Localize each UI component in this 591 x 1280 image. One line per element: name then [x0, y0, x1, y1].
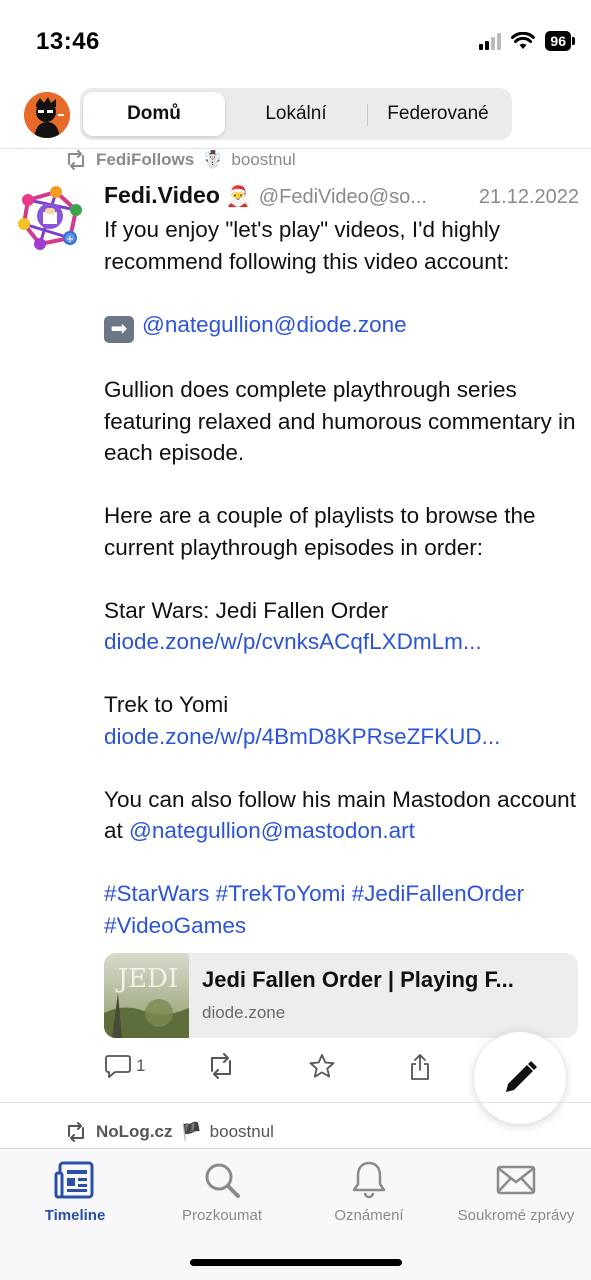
status-indicators: 96	[479, 31, 575, 51]
boost-label: boostnul	[209, 1122, 274, 1141]
reply-count: 1	[136, 1056, 146, 1075]
top-navigation: Domů Lokální Federované	[0, 84, 591, 146]
boost-indicator: FediFollows ☃️ boostnul	[64, 150, 296, 170]
tab-explore[interactable]: Prozkoumat	[147, 1159, 297, 1224]
tab-federated[interactable]: Federované	[367, 92, 509, 136]
post-content: If you enjoy "let's play" videos, I'd hi…	[104, 214, 579, 973]
tab-notifications[interactable]: Oznámení	[294, 1159, 444, 1224]
tab-label: Prozkoumat	[181, 1207, 263, 1224]
booster-emoji: ☃️	[202, 150, 224, 169]
playlist-title: Trek to Yomi	[104, 692, 229, 717]
reply-button[interactable]: 1	[104, 1053, 145, 1079]
status-time: 13:46	[36, 28, 100, 55]
post-divider	[0, 1102, 591, 1103]
search-icon	[205, 1163, 240, 1198]
reply-icon	[105, 1055, 131, 1078]
home-indicator	[190, 1259, 402, 1266]
boost-button[interactable]	[206, 1053, 236, 1079]
tab-timeline[interactable]: Timeline	[0, 1159, 150, 1224]
card-thumbnail: JEDI	[104, 953, 189, 1038]
share-button[interactable]	[408, 1053, 432, 1081]
timeline-icon	[54, 1161, 94, 1199]
playlist-link[interactable]: diode.zone/w/p/4BmD8KPRseZFKUD...	[104, 724, 500, 749]
hashtag-link[interactable]: #VideoGames	[104, 913, 246, 938]
svg-text:+: +	[66, 234, 74, 245]
link-preview-card[interactable]: JEDI Jedi Fallen Order | Playing F... di…	[104, 953, 578, 1038]
boost-icon	[211, 1053, 231, 1079]
status-bar: 13:46 96	[0, 0, 591, 84]
playlist-link[interactable]: diode.zone/w/p/cvnksACqfLXDmLm...	[104, 629, 482, 654]
header-divider	[0, 148, 591, 149]
hashtag-links[interactable]: #StarWars #TrekToYomi #JediFallenOrder	[104, 881, 524, 906]
cellular-signal-icon	[479, 32, 502, 50]
card-thumb-text: JEDI	[115, 964, 179, 994]
card-text: Jedi Fallen Order | Playing F... diode.z…	[189, 953, 576, 1038]
compose-button[interactable]	[474, 1032, 566, 1124]
post-paragraph: Here are a couple of playlists to browse…	[104, 503, 536, 560]
favourite-button[interactable]	[308, 1053, 336, 1079]
wifi-icon	[511, 32, 536, 49]
author-display-name[interactable]: Fedi.Video	[104, 182, 220, 209]
envelope-icon	[496, 1165, 536, 1195]
timeline-selector: Domů Lokální Federované	[80, 88, 512, 140]
tab-local[interactable]: Lokální	[225, 92, 367, 136]
mention-link[interactable]: @nategullion@mastodon.art	[129, 818, 415, 843]
tab-label: Timeline	[44, 1207, 106, 1224]
booster-emoji: 🏴	[180, 1122, 202, 1141]
playlist-title: Star Wars: Jedi Fallen Order	[104, 597, 389, 623]
post-author-avatar[interactable]: +	[16, 182, 86, 258]
boost-icon	[68, 1122, 84, 1142]
post-date: 21.12.2022	[478, 186, 579, 208]
boost-icon	[68, 150, 84, 170]
post-actions: 1	[104, 1053, 504, 1083]
name-emoji: 🎅	[225, 186, 251, 208]
tab-home[interactable]: Domů	[83, 92, 225, 136]
arrow-right-icon: ➡	[104, 315, 134, 343]
playlist-item: Star Wars: Jedi Fallen Order diode.zone/w…	[104, 595, 579, 658]
author-handle[interactable]: @FediVideo@so...	[259, 186, 471, 209]
hashtags: #StarWars #TrekToYomi #JediFallenOrder #V…	[104, 878, 579, 941]
booster-name[interactable]: FediFollows	[96, 150, 194, 170]
profile-avatar[interactable]	[24, 92, 70, 138]
boost-label: boostnul	[231, 150, 296, 169]
post-paragraph: You can also follow his main Mastodon ac…	[104, 784, 579, 847]
post-paragraph: Gullion does complete playthrough series…	[104, 377, 576, 465]
next-boost-indicator: NoLog.cz 🏴 boostnul	[64, 1122, 274, 1142]
playlist-item: Trek to Yomi diode.zone/w/p/4BmD8KPRseZFK…	[104, 689, 579, 752]
tab-messages[interactable]: Soukromé zprávy	[441, 1159, 591, 1224]
tab-label: Oznámení	[334, 1207, 404, 1224]
post-header: Fedi.Video 🎅 @FediVideo@so... 21.12.2022	[104, 182, 579, 209]
share-icon	[411, 1054, 429, 1080]
card-title: Jedi Fallen Order | Playing F...	[202, 967, 514, 992]
star-icon	[309, 1054, 335, 1078]
booster-name[interactable]: NoLog.cz	[96, 1122, 173, 1142]
tab-label: Soukromé zprávy	[457, 1207, 575, 1224]
bell-icon	[352, 1161, 386, 1199]
card-domain: diode.zone	[202, 1003, 286, 1022]
mention-link[interactable]: @nategullion@diode.zone	[142, 312, 407, 337]
pencil-icon	[506, 1061, 537, 1092]
battery-indicator: 96	[545, 31, 575, 51]
post-mention-line: ➡ @nategullion@diode.zone	[104, 309, 579, 343]
post-paragraph: If you enjoy "let's play" videos, I'd hi…	[104, 217, 510, 274]
